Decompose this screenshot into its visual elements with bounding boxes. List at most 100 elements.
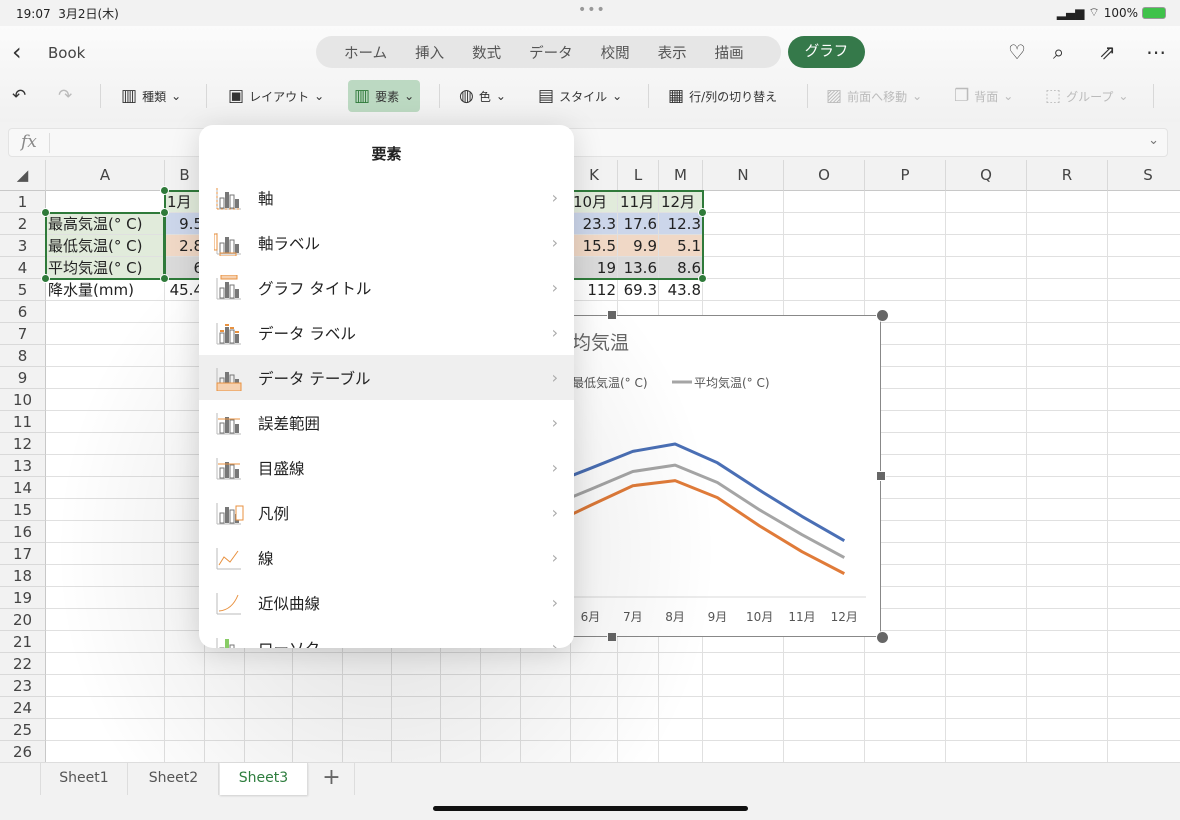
- menu-item-data-label[interactable]: データ ラベル ›: [199, 310, 574, 355]
- redo-button[interactable]: ↷: [58, 80, 72, 112]
- tab-sheet1[interactable]: Sheet1: [40, 763, 128, 795]
- tab-sheet3[interactable]: Sheet3: [220, 763, 308, 795]
- row-header-1[interactable]: 1: [0, 191, 46, 213]
- column-header-P[interactable]: P: [865, 160, 946, 191]
- style-icon: ▤: [538, 86, 555, 106]
- row-header-4[interactable]: 4: [0, 257, 46, 279]
- tab-sheet2[interactable]: Sheet2: [129, 763, 219, 795]
- cell-M5[interactable]: 43.8: [659, 279, 703, 301]
- row-header-21[interactable]: 21: [0, 631, 46, 653]
- row-header-10[interactable]: 10: [0, 389, 46, 411]
- chevron-left-icon[interactable]: ‹: [12, 38, 22, 66]
- menu-item-data-table[interactable]: データ テーブル ›: [199, 355, 574, 400]
- tab-review[interactable]: 校閲: [587, 42, 644, 63]
- row-header-23[interactable]: 23: [0, 675, 46, 697]
- menu-item-trendline[interactable]: 近似曲線 ›: [199, 580, 574, 625]
- row-header-22[interactable]: 22: [0, 653, 46, 675]
- row-header-20[interactable]: 20: [0, 609, 46, 631]
- color-button[interactable]: ◍ 色 ⌄: [459, 80, 506, 112]
- switch-row-col-button[interactable]: ▦ 行/列の切り替え: [668, 80, 777, 112]
- tab-insert[interactable]: 挿入: [401, 42, 458, 63]
- chevron-down-icon[interactable]: ⌄: [1148, 133, 1159, 148]
- formula-bar[interactable]: fx ⌄: [8, 128, 1168, 157]
- row-header-9[interactable]: 9: [0, 367, 46, 389]
- column-header-S[interactable]: S: [1108, 160, 1180, 191]
- cell-L5[interactable]: 69.3: [618, 279, 659, 301]
- row-header-15[interactable]: 15: [0, 499, 46, 521]
- selection-handle[interactable]: [160, 186, 169, 195]
- column-header-Q[interactable]: Q: [946, 160, 1027, 191]
- layout-button[interactable]: ▣ レイアウト ⌄: [228, 80, 324, 112]
- column-header-M[interactable]: M: [659, 160, 703, 191]
- row-header-16[interactable]: 16: [0, 521, 46, 543]
- row-header-11[interactable]: 11: [0, 411, 46, 433]
- menu-item-chart-title[interactable]: グラフ タイトル ›: [199, 265, 574, 310]
- tab-view[interactable]: 表示: [644, 42, 701, 63]
- selection-handle[interactable]: [41, 274, 50, 283]
- column-header-A[interactable]: A: [46, 160, 165, 191]
- row-header-5[interactable]: 5: [0, 279, 46, 301]
- search-icon[interactable]: ⌕: [1053, 40, 1064, 64]
- selection-handle[interactable]: [41, 208, 50, 217]
- column-header-R[interactable]: R: [1027, 160, 1108, 191]
- add-sheet-button[interactable]: +: [309, 763, 355, 795]
- menu-item-legend[interactable]: 凡例 ›: [199, 490, 574, 535]
- row-header-2[interactable]: 2: [0, 213, 46, 235]
- row-header-18[interactable]: 18: [0, 565, 46, 587]
- style-button[interactable]: ▤ スタイル ⌄: [538, 80, 622, 112]
- row-header-6[interactable]: 6: [0, 301, 46, 323]
- resize-handle-corner[interactable]: [876, 309, 889, 322]
- menu-item-gridlines[interactable]: 目盛線 ›: [199, 445, 574, 490]
- tab-draw[interactable]: 描画: [701, 42, 758, 63]
- selection-handle[interactable]: [698, 208, 707, 217]
- row-header-25[interactable]: 25: [0, 719, 46, 741]
- row-header-7[interactable]: 7: [0, 323, 46, 345]
- tab-data[interactable]: データ: [515, 42, 587, 63]
- header: ‹ Book ホーム 挿入 数式 データ 校閲 表示 描画 グラフ ♡ ⌕ ⇗ …: [0, 26, 1180, 122]
- share-icon[interactable]: ⇗: [1099, 40, 1116, 64]
- row-header-17[interactable]: 17: [0, 543, 46, 565]
- column-header-L[interactable]: L: [618, 160, 659, 191]
- lightbulb-icon[interactable]: ♡: [1008, 40, 1026, 64]
- multitask-dots[interactable]: •••: [578, 2, 606, 18]
- selection-handle[interactable]: [160, 274, 169, 283]
- resize-handle-corner[interactable]: [876, 631, 889, 644]
- bring-forward-button[interactable]: ▨ 前面へ移動 ⌄: [826, 80, 922, 112]
- menu-item-lines[interactable]: 線 ›: [199, 535, 574, 580]
- menu-item-axis-label[interactable]: 軸ラベル ›: [199, 220, 574, 265]
- row-header-13[interactable]: 13: [0, 455, 46, 477]
- tab-home[interactable]: ホーム: [330, 42, 401, 63]
- tab-formulas[interactable]: 数式: [458, 42, 515, 63]
- cell-A5[interactable]: 降水量(mm): [46, 279, 165, 301]
- resize-handle-right[interactable]: [876, 471, 886, 481]
- row-header-3[interactable]: 3: [0, 235, 46, 257]
- menu-item-axis[interactable]: 軸 ›: [199, 175, 574, 220]
- undo-button[interactable]: ↶: [12, 80, 26, 112]
- selection-handle[interactable]: [698, 274, 707, 283]
- row-header-14[interactable]: 14: [0, 477, 46, 499]
- menu-item-error-bars[interactable]: 誤差範囲 ›: [199, 400, 574, 445]
- menu-item-candlestick[interactable]: ローソク ›: [199, 625, 574, 648]
- column-header-O[interactable]: O: [784, 160, 865, 191]
- elements-button[interactable]: ▥ 要素 ⌄: [348, 80, 421, 112]
- group-button[interactable]: ⬚ グループ ⌄: [1045, 80, 1128, 112]
- row-header-26[interactable]: 26: [0, 741, 46, 762]
- row-header-24[interactable]: 24: [0, 697, 46, 719]
- column-header-K[interactable]: K: [571, 160, 618, 191]
- row-header-12[interactable]: 12: [0, 433, 46, 455]
- send-back-button[interactable]: ❐ 背面 ⌄: [954, 80, 1013, 112]
- resize-handle-bottom[interactable]: [607, 632, 617, 642]
- tab-chart[interactable]: グラフ: [788, 36, 865, 68]
- column-header-N[interactable]: N: [703, 160, 784, 191]
- row-header-19[interactable]: 19: [0, 587, 46, 609]
- resize-handle-top[interactable]: [607, 310, 617, 320]
- select-all-corner[interactable]: ◢: [0, 160, 46, 191]
- row-header-8[interactable]: 8: [0, 345, 46, 367]
- cell-K5[interactable]: 112: [571, 279, 618, 301]
- selection-handle[interactable]: [160, 208, 169, 217]
- more-icon[interactable]: ⋯: [1146, 40, 1166, 64]
- menu-item-label: ローソク: [258, 637, 320, 649]
- chart-type-button[interactable]: ▥ 種類 ⌄: [121, 80, 181, 112]
- doc-title[interactable]: Book: [48, 44, 85, 62]
- bring-forward-icon: ▨: [826, 86, 843, 106]
